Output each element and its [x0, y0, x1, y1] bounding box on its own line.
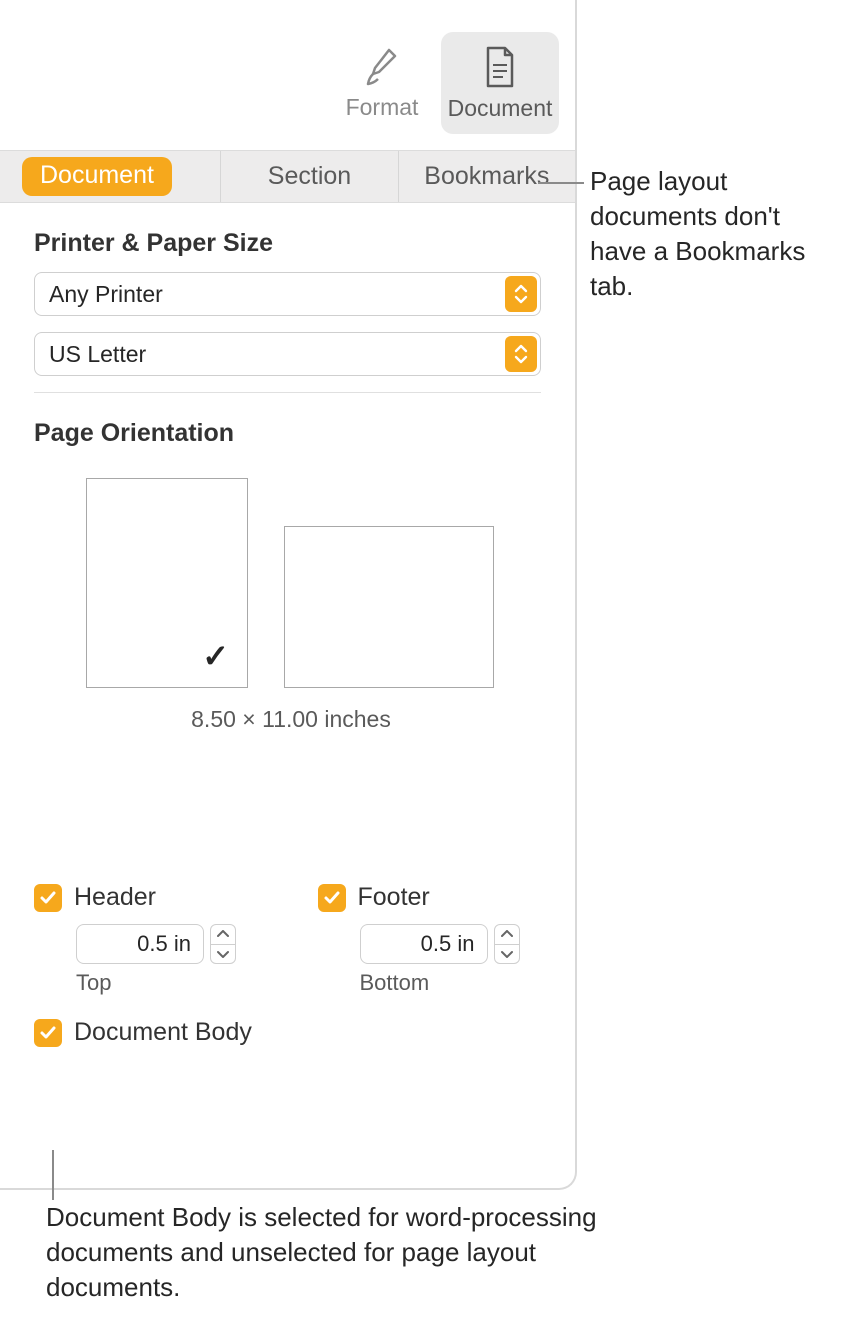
footer-label: Footer: [358, 883, 430, 912]
paintbrush-icon: [361, 46, 403, 88]
printer-select-stepper[interactable]: [505, 276, 537, 312]
orientation-portrait[interactable]: ✓: [86, 478, 248, 688]
orientation-title: Page Orientation: [34, 419, 541, 448]
header-sublabel: Top: [76, 970, 258, 996]
tab-bookmarks[interactable]: Bookmarks: [399, 151, 575, 202]
check-icon: ✓: [202, 637, 229, 675]
tab-bookmarks-label: Bookmarks: [424, 162, 549, 191]
document-body-checkbox[interactable]: [34, 1019, 62, 1047]
footer-margin-up[interactable]: [495, 925, 519, 945]
footer-margin-stepper: 0.5 in: [360, 924, 542, 964]
footer-margin-buttons: [494, 924, 520, 964]
footer-margin-value: 0.5 in: [421, 931, 475, 957]
header-margin-up[interactable]: [211, 925, 235, 945]
footer-margin-field[interactable]: 0.5 in: [360, 924, 488, 964]
paper-size-stepper[interactable]: [505, 336, 537, 372]
header-column: Header 0.5 in Top: [34, 883, 258, 996]
document-button[interactable]: Document: [441, 32, 559, 134]
footer-checkbox[interactable]: [318, 884, 346, 912]
printer-paper-title: Printer & Paper Size: [34, 229, 541, 258]
inspector-tabbar: Document Section Bookmarks: [0, 150, 575, 203]
callout-document-body: Document Body is selected for word-proce…: [46, 1200, 606, 1305]
printer-paper-section: Printer & Paper Size Any Printer US Lett…: [0, 203, 575, 376]
printer-select[interactable]: Any Printer: [34, 272, 541, 316]
header-margin-down[interactable]: [211, 945, 235, 964]
document-label: Document: [448, 95, 553, 122]
orientation-section: Page Orientation ✓ 8.50 × 11.00 inches: [0, 393, 575, 733]
header-margin-buttons: [210, 924, 236, 964]
tab-document[interactable]: Document: [0, 151, 221, 202]
header-checkbox-row: Header: [34, 883, 258, 912]
tab-document-label: Document: [22, 157, 172, 196]
page-dimensions: 8.50 × 11.00 inches: [86, 706, 496, 733]
header-margin-stepper: 0.5 in: [76, 924, 258, 964]
callout-bookmarks: Page layout documents don't have a Bookm…: [590, 164, 840, 304]
document-body-label: Document Body: [74, 1018, 252, 1047]
inspector-toolbar: Format Document: [0, 0, 575, 150]
tab-section[interactable]: Section: [221, 151, 398, 202]
orientation-options: ✓: [86, 478, 541, 688]
orientation-landscape[interactable]: [284, 526, 494, 688]
document-body-checkbox-row: Document Body: [34, 1018, 541, 1047]
header-label: Header: [74, 883, 156, 912]
paper-size-value: US Letter: [49, 341, 146, 368]
header-margin-field[interactable]: 0.5 in: [76, 924, 204, 964]
format-label: Format: [346, 94, 419, 121]
document-body-row: Document Body: [0, 996, 575, 1047]
footer-margin-down[interactable]: [495, 945, 519, 964]
format-button[interactable]: Format: [323, 32, 441, 134]
document-icon: [481, 45, 519, 89]
tab-section-label: Section: [268, 162, 351, 191]
footer-checkbox-row: Footer: [318, 883, 542, 912]
header-footer-row: Header 0.5 in Top: [0, 883, 575, 996]
callout-leader-line: [538, 182, 584, 184]
printer-select-value: Any Printer: [49, 281, 163, 308]
header-checkbox[interactable]: [34, 884, 62, 912]
header-margin-value: 0.5 in: [137, 931, 191, 957]
footer-column: Footer 0.5 in Bottom: [318, 883, 542, 996]
footer-sublabel: Bottom: [360, 970, 542, 996]
callout-leader-line: [52, 1150, 54, 1200]
document-inspector-panel: Format Document Document Section Bookma: [0, 0, 577, 1190]
paper-size-select[interactable]: US Letter: [34, 332, 541, 376]
